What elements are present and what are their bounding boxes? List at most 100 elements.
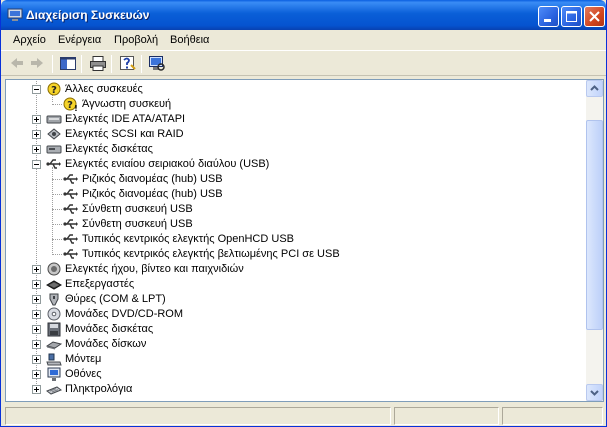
tree-item-monitors[interactable]: Οθόνες (6, 367, 586, 382)
scan-hardware-icon[interactable] (148, 55, 166, 72)
tree-item-unknown-device[interactable]: ? ! Άγνωστη συσκευή (6, 97, 586, 112)
tree-connector (52, 254, 62, 255)
tree-item-label: Πληκτρολόγια (65, 383, 133, 395)
toolbar (1, 52, 606, 76)
floppy-drive-icon (47, 322, 61, 337)
tree-item-label: Σύνθετη συσκευή USB (82, 203, 193, 215)
tree-connector (52, 239, 62, 240)
tree-item-ide-controllers[interactable]: Ελεγκτές IDE ATA/ATAPI (6, 112, 586, 127)
unknown-device-category-icon: ? (47, 82, 61, 96)
back-arrow-icon[interactable] (8, 55, 26, 72)
device-tree: ? Άλλες συσκευές ? ! Άγνωστη συσκευή Ελε… (6, 80, 586, 401)
maximize-button[interactable] (561, 6, 582, 27)
disk-drive-icon (46, 341, 62, 350)
tree-connector (52, 179, 62, 180)
tree-item-usb-composite-device[interactable]: Σύνθετη συσκευή USB (6, 202, 586, 217)
tree-item-processors[interactable]: Επεξεργαστές (6, 277, 586, 292)
scroll-thumb[interactable] (586, 120, 603, 330)
tree-item-floppy-controllers[interactable]: Ελεγκτές δισκέτας (6, 142, 586, 157)
tree-item-label: Τυπικός κεντρικός ελεγκτής OpenHCD USB (82, 233, 294, 245)
tree-connector (52, 224, 62, 225)
tree-item-usb-composite-device[interactable]: Σύνθετη συσκευή USB (6, 217, 586, 232)
tree-item-usb-openhcd-controller[interactable]: Τυπικός κεντρικός ελεγκτής OpenHCD USB (6, 232, 586, 247)
tree-item-sound-video-game-controllers[interactable]: Ελεγκτές ήχου, βίντεο και παιχνιδιών (6, 262, 586, 277)
menu-action[interactable]: Ενέργεια (58, 34, 101, 46)
vertical-scrollbar[interactable] (586, 80, 603, 401)
tree-item-usb-root-hub[interactable]: Ριζικός διανομέας (hub) USB (6, 172, 586, 187)
close-button[interactable] (584, 6, 605, 27)
close-icon (589, 11, 600, 22)
expand-toggle[interactable] (32, 265, 41, 274)
tree-item-modems[interactable]: Μόντεμ (6, 352, 586, 367)
tree-item-disk-drives[interactable]: Μονάδες δίσκων (6, 337, 586, 352)
tree-item-usb-enhanced-controller[interactable]: Τυπικός κεντρικός ελεγκτής βελτιωμένης P… (6, 247, 586, 262)
collapse-toggle[interactable] (32, 160, 41, 169)
tree-item-label: Άλλες συσκευές (65, 83, 143, 95)
chevron-up-icon (590, 85, 599, 91)
status-bar (1, 405, 606, 426)
expand-toggle[interactable] (32, 115, 41, 124)
expand-toggle[interactable] (32, 310, 41, 319)
usb-icon (63, 249, 78, 259)
expand-toggle[interactable] (32, 295, 41, 304)
tree-connector (52, 209, 62, 210)
tree-item-label: Ελεγκτές δισκέτας (65, 143, 153, 155)
monitor-icon (47, 367, 61, 381)
forward-arrow-icon[interactable] (28, 55, 46, 72)
expand-toggle[interactable] (32, 130, 41, 139)
expand-toggle[interactable] (32, 355, 41, 364)
tree-item-floppy-drives[interactable]: Μονάδες δισκέτας (6, 322, 586, 337)
tree-item-label: Θύρες (COM & LPT) (65, 293, 166, 305)
expand-toggle[interactable] (32, 145, 41, 154)
expand-toggle[interactable] (32, 340, 41, 349)
port-icon (49, 293, 59, 306)
scroll-up-button[interactable] (586, 80, 603, 97)
ide-controller-icon (46, 115, 62, 124)
menu-file[interactable]: Αρχείο (13, 34, 46, 46)
maximize-icon (566, 11, 577, 22)
expand-toggle[interactable] (32, 280, 41, 289)
svg-text:!: ! (74, 104, 78, 112)
status-pane (5, 407, 391, 425)
toolbar-separator (111, 55, 112, 73)
tree-item-label: Ελεγκτές IDE ATA/ATAPI (65, 113, 186, 125)
computer-management-icon (7, 8, 23, 21)
print-icon[interactable] (89, 55, 107, 72)
tree-item-label: Οθόνες (65, 368, 102, 380)
expand-toggle[interactable] (32, 370, 41, 379)
scroll-down-button[interactable] (586, 384, 603, 401)
tree-item-label: Επεξεργαστές (65, 278, 135, 290)
device-manager-window: Διαχείριση Συσκευών Αρχείο Ενέργεια Προβ… (0, 0, 607, 427)
show-hide-console-tree-icon[interactable] (59, 55, 77, 72)
tree-item-ports[interactable]: Θύρες (COM & LPT) (6, 292, 586, 307)
tree-item-label: Σύνθετη συσκευή USB (82, 218, 193, 230)
tree-item-usb-controllers[interactable]: Ελεγκτές ενιαίου σειριακού διαύλου (USB) (6, 157, 586, 172)
chevron-down-icon (590, 390, 599, 396)
title-bar[interactable]: Διαχείριση Συσκευών (1, 0, 606, 30)
tree-connector (52, 104, 62, 105)
collapse-toggle[interactable] (32, 85, 41, 94)
tree-item-scsi-controllers[interactable]: Ελεγκτές SCSI και RAID (6, 127, 586, 142)
minimize-button[interactable] (538, 6, 559, 27)
keyboard-icon (46, 386, 62, 395)
tree-item-usb-root-hub[interactable]: Ριζικός διανομέας (hub) USB (6, 187, 586, 202)
usb-icon (63, 204, 78, 214)
toolbar-separator (141, 55, 142, 73)
expand-toggle[interactable] (32, 325, 41, 334)
tree-item-keyboards[interactable]: Πληκτρολόγια (6, 382, 586, 397)
svg-text:?: ? (67, 100, 73, 111)
tree-item-other-devices[interactable]: ? Άλλες συσκευές (6, 82, 586, 97)
menu-view[interactable]: Προβολή (114, 34, 158, 46)
tree-item-label: Ελεγκτές SCSI και RAID (65, 128, 184, 140)
toolbar-separator (81, 55, 82, 73)
tree-item-label: Ελεγκτές ήχου, βίντεο και παιχνιδιών (65, 263, 244, 275)
menu-bar: Αρχείο Ενέργεια Προβολή Βοήθεια (1, 30, 606, 51)
help-properties-icon[interactable] (119, 55, 137, 72)
menu-help[interactable]: Βοήθεια (170, 34, 209, 46)
expand-toggle[interactable] (32, 385, 41, 394)
tree-item-dvd-cdrom-drives[interactable]: Μονάδες DVD/CD-ROM (6, 307, 586, 322)
tree-item-label: Ριζικός διανομέας (hub) USB (82, 188, 223, 200)
tree-item-label: Τυπικός κεντρικός ελεγκτής βελτιωμένης P… (82, 248, 340, 260)
usb-icon (63, 219, 78, 229)
toolbar-separator (52, 55, 53, 73)
